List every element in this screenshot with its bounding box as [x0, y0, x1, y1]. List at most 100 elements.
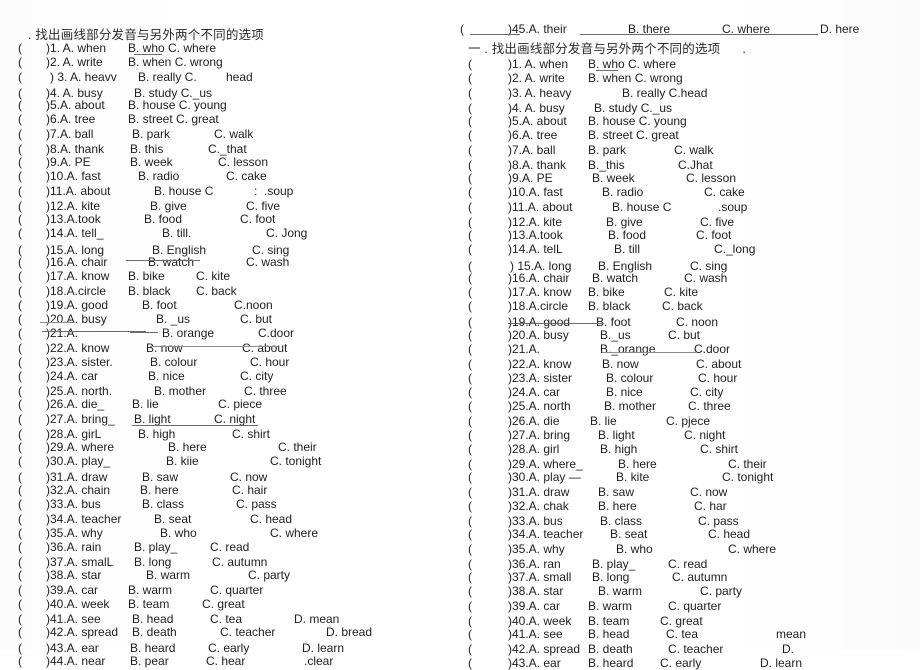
question-row[interactable]: ()18.A.circle B. black C. back — [460, 299, 920, 313]
question-row[interactable]: ()38.A. star B. warm C. party — [460, 584, 920, 598]
question-row[interactable]: ()13.A.took B. food C. foot — [0, 212, 460, 226]
question-row[interactable]: ()25.A. north. B. mother C. three — [0, 384, 460, 398]
question-row[interactable]: ()28.A. girl B. high C. shirt — [460, 442, 920, 456]
option-c: C. hear — [206, 653, 246, 668]
question-row[interactable]: ()17.A. know B. bike C. kite — [460, 285, 920, 299]
question-row[interactable]: ()26.A. die_ B. lie C. piece — [0, 397, 460, 411]
question-row[interactable]: ()25.A. north B. mother C. three — [460, 399, 920, 413]
question-row[interactable]: ()22.A. know B. now C. about — [0, 341, 460, 355]
question-row[interactable]: ()32.A. chak B. here C. har — [460, 499, 920, 513]
question-row[interactable]: ()21.A. B. orange C.door — [0, 326, 460, 340]
question-row[interactable]: ()16.A. chair B. watch C. wash — [0, 255, 460, 269]
question-row[interactable]: ()41.A. see B. head C. tea mean — [460, 627, 920, 641]
question-row[interactable]: ()32.A. chain B. here C. hair — [0, 483, 460, 497]
question-row[interactable]: ()16.A. chair B. watch C. wash — [460, 271, 920, 285]
question-row[interactable]: ()23.A. sister B. colour C. hour — [460, 371, 920, 385]
option-c: C. back — [662, 299, 703, 314]
answer-bracket-open: ( — [468, 100, 472, 115]
question-number-and-option-a: )20.A. busy — [46, 311, 107, 326]
question-row[interactable]: ()2. A. write B. when C. wrong — [0, 55, 460, 69]
question-row[interactable]: ()10.A. fast B. radio C. cake — [0, 169, 460, 183]
question-row[interactable]: ()36.A. rain B. play_ C. read — [0, 540, 460, 554]
question-row[interactable]: ()1. A. when B. who C. where — [460, 57, 920, 71]
question-row[interactable]: ()17.A. know B. bike C. kite — [0, 269, 460, 283]
question-row[interactable]: ()38.A. star B. warm C. party — [0, 568, 460, 582]
question-row[interactable]: ()19.A. good B. foot C. noon — [460, 315, 920, 329]
answer-bracket-open: ( — [18, 653, 22, 668]
question-row-45[interactable]: ( )45.A. their B. there C. where D. here — [460, 22, 920, 36]
question-row[interactable]: ()9.A. PE B. week C. lesson — [0, 155, 460, 169]
question-row[interactable]: ()42.A. spread B. death C. teacher D. — [460, 642, 920, 656]
question-row[interactable]: ()7.A. ball B. park C. walk — [460, 143, 920, 157]
question-row[interactable]: ()29.A. where_ B. here C. their — [460, 457, 920, 471]
question-row[interactable]: ()29.A. where B. here C. their — [0, 440, 460, 454]
question-row[interactable]: ()40.A. week B. team C. great — [0, 597, 460, 611]
question-row[interactable]: ()13.A.took B. food C. foot — [460, 228, 920, 242]
question-row[interactable]: ()8.A. thank B._this C.Jhat — [460, 158, 920, 172]
option-c: C. but — [240, 311, 273, 326]
question-row[interactable]: ()34.A. teacher B. seat C. head — [0, 512, 460, 526]
question-row[interactable]: ()18.A.circle B. black C. back — [0, 284, 460, 298]
question-row[interactable]: ()35.A. why B. who C. where — [460, 542, 920, 556]
option-b: B. foot — [596, 314, 631, 329]
option-b: B. really C.head — [622, 85, 708, 100]
question-row[interactable]: ()20.A. busy B._us C. but — [460, 328, 920, 342]
question-row[interactable]: ()39.A. car B. warm C. quarter — [0, 583, 460, 597]
question-row[interactable]: ()20.A. busy B. _us C. but — [0, 312, 460, 326]
question-row[interactable]: ()24.A. car B. nice C. city — [0, 369, 460, 383]
question-row[interactable]: ()27.A. bring B. light C. night — [460, 428, 920, 442]
question-row[interactable]: ()10.A. fast B. radio C. cake — [460, 185, 920, 199]
question-row[interactable]: ()31.A. draw B. saw C. now — [0, 470, 460, 484]
question-number-and-option-a: )12.A. kite — [46, 198, 101, 213]
question-row[interactable]: ()40.A. week B. team C. great — [460, 614, 920, 628]
question-row[interactable]: ()44.A. near B. pear C. hear .clear — [0, 654, 460, 668]
question-row[interactable]: ()9.A. PE B. week C. lesson — [460, 171, 920, 185]
pen-underline-stroke — [508, 323, 604, 324]
question-row[interactable]: ()23.A. sister. B. colour C. hour — [0, 355, 460, 369]
option-c: C. cake — [704, 185, 745, 200]
question-row[interactable]: ()30.A. play_ B. kiie C. tonight — [0, 454, 460, 468]
question-row[interactable]: ()12.A. kite B. give C. five — [460, 215, 920, 229]
question-row[interactable]: ()30.A. play — B. kite C. tonight — [460, 470, 920, 484]
question-row[interactable]: ()11.A. about B. house C .soup — [460, 200, 920, 214]
question-row[interactable]: ()3. A. heavy B. really C.head — [460, 86, 920, 100]
question-row[interactable]: ()14.A. tell_ B. till. C. Jong — [0, 226, 460, 240]
question-row[interactable]: ()4. A. busy B. study C._us — [460, 101, 920, 115]
question-row[interactable]: ()1. A. when B. who C. where — [0, 41, 460, 55]
question-row[interactable]: ()14.A. telL B. till C._long — [460, 242, 920, 256]
question-row[interactable]: ()5.A. about B. house C. young — [460, 114, 920, 128]
question-row[interactable]: ()6.A. tree B. street C. great — [460, 128, 920, 142]
question-row[interactable]: ()5.A. about B. house C. young — [0, 98, 460, 112]
question-row[interactable]: ()34.A. teacher B. seat C. head — [460, 527, 920, 541]
question-row[interactable]: ()35.A. why B. who C. where — [0, 526, 460, 540]
question-row[interactable]: ()28.A. girL B. high C. shirt — [0, 427, 460, 441]
question-number-and-option-a: )41.A. see — [508, 627, 563, 641]
question-row[interactable]: ()11.A. about B. house C: .soup — [0, 184, 460, 198]
question-row[interactable]: ()37.A. small B. long C. autumn — [460, 570, 920, 584]
question-row[interactable]: () 3. A. heavv B. really C. head — [0, 70, 460, 84]
question-row[interactable]: ()22.A. know B. now C. about — [460, 357, 920, 371]
question-row[interactable]: ()7.A. ball B. park C. walk — [0, 127, 460, 141]
question-row[interactable]: ()21.A. B._orange C.door — [460, 342, 920, 356]
question-row[interactable]: ()31.A. draw B. saw C. now — [460, 485, 920, 499]
question-row[interactable]: ()12.A. kite B. give C. five — [0, 199, 460, 213]
question-row[interactable]: ()27.A. bring_ B. light C. night — [0, 412, 460, 426]
question-row[interactable]: ()42.A. spread B. death C. teacher D. bread — [0, 625, 460, 639]
question-row[interactable]: ()26.A. die B. lie C. pjece — [460, 414, 920, 428]
question-row[interactable]: ()2. A. write B. when C. wrong — [460, 71, 920, 85]
question-row[interactable]: ()24.A. car B. nice C. city — [460, 385, 920, 399]
question-row[interactable]: ()33.A. bus B. class C. pass — [460, 514, 920, 528]
question-row[interactable]: ()19.A. good B. foot C.noon — [0, 298, 460, 312]
option-b: B. heard — [130, 640, 176, 655]
question-row[interactable]: ()39.A. car B. warm C. quarter — [460, 599, 920, 613]
question-row[interactable]: ()36.A. ran B. play_ C. read — [460, 557, 920, 571]
question-row[interactable]: ()43.A. ear B. heard C. early D. learn — [0, 641, 460, 655]
question-row[interactable]: ()8.A. thank B. this C._that — [0, 142, 460, 156]
question-row[interactable]: ()33.A. bus B. class C. pass — [0, 497, 460, 511]
option-c: C. their — [728, 457, 767, 471]
option-b: B. play_ — [592, 556, 636, 571]
question-row[interactable]: ()6.A. tree B. street C. great — [0, 112, 460, 126]
question-row[interactable]: ()41.A. see B. head C. tea D. mean — [0, 612, 460, 626]
question-row[interactable]: ()43.A. ear B. heard C. early D. learn — [460, 656, 920, 670]
question-row[interactable]: ()37.A. smalL B. long C. autumn — [0, 555, 460, 569]
